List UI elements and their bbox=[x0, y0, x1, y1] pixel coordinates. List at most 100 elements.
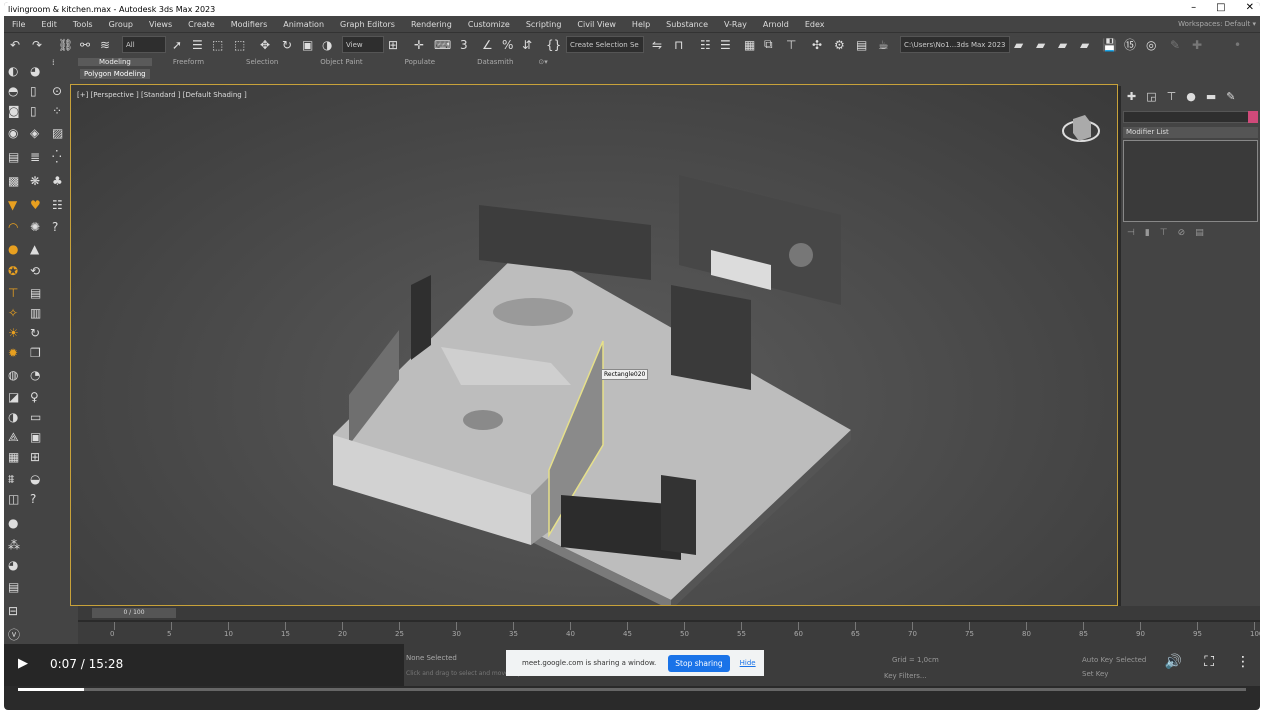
pen-icon[interactable]: ✎ bbox=[1170, 36, 1180, 53]
sun-icon[interactable]: ✺ bbox=[30, 220, 40, 234]
tree-icon[interactable]: ♣ bbox=[52, 174, 63, 188]
percent-snap-icon[interactable]: % bbox=[502, 36, 513, 53]
menu-graph-editors[interactable]: Graph Editors bbox=[332, 20, 403, 29]
menu-rendering[interactable]: Rendering bbox=[403, 20, 460, 29]
tab-selection[interactable]: Selection bbox=[225, 58, 299, 66]
tab-modeling[interactable]: Modeling bbox=[78, 58, 152, 66]
more-options-icon[interactable]: ⋮ bbox=[1236, 654, 1250, 670]
workspace-selector[interactable]: Workspaces: Default ▾ bbox=[1178, 20, 1256, 28]
brush-icon[interactable]: ▨ bbox=[52, 126, 63, 140]
display-tab-icon[interactable]: ▬ bbox=[1206, 90, 1216, 103]
rotate-icon[interactable]: ↻ bbox=[282, 36, 292, 53]
motion-tab-icon[interactable]: ● bbox=[1186, 90, 1196, 103]
named-selection-sets[interactable]: Create Selection Se bbox=[566, 36, 644, 53]
material-editor-icon[interactable]: ✣ bbox=[812, 36, 822, 53]
menu-edex[interactable]: Edex bbox=[797, 20, 833, 29]
movie-icon[interactable]: ▩ bbox=[8, 174, 19, 188]
object-color-swatch[interactable] bbox=[1248, 111, 1258, 123]
make-unique-icon[interactable]: ⊤ bbox=[1160, 228, 1168, 238]
ball-icon[interactable]: ◍ bbox=[8, 368, 18, 382]
bulb-icon[interactable]: ♥ bbox=[30, 198, 41, 212]
tab-datasmith[interactable]: Datasmith bbox=[456, 58, 534, 66]
key-mode-selected[interactable]: Selected bbox=[1116, 656, 1146, 664]
pyramid-icon[interactable]: ⟁ bbox=[8, 430, 19, 445]
menu-file[interactable]: File bbox=[4, 20, 33, 29]
video-progress-bar[interactable] bbox=[18, 688, 1246, 691]
bind-space-warp-icon[interactable]: ≋ bbox=[100, 36, 110, 53]
layer-explorer-icon[interactable]: ☰ bbox=[720, 36, 731, 53]
ribbon-options-icon[interactable]: ⊙▾ bbox=[534, 58, 551, 66]
frame-icon[interactable]: ⊞ bbox=[30, 450, 40, 464]
menu-views[interactable]: Views bbox=[141, 20, 180, 29]
hierarchy-tab-icon[interactable]: ⊤ bbox=[1167, 90, 1177, 103]
sky-icon[interactable]: ✹ bbox=[8, 346, 18, 360]
object-name-field[interactable] bbox=[1123, 111, 1258, 123]
refresh-icon[interactable]: ↻ bbox=[30, 326, 40, 340]
schematic-view-icon[interactable]: ⊤ bbox=[786, 36, 796, 53]
globe-icon[interactable]: ◑ bbox=[8, 410, 18, 424]
angle-snap-icon[interactable]: ∠ bbox=[482, 36, 493, 53]
create-tab-icon[interactable]: ✚ bbox=[1127, 90, 1136, 103]
scene-explorer-icon[interactable]: ☷ bbox=[700, 36, 711, 53]
save-icon[interactable]: 💾 bbox=[1102, 36, 1117, 53]
hide-button[interactable]: Hide bbox=[740, 659, 756, 667]
render-frame-icon[interactable]: ▤ bbox=[856, 36, 867, 53]
render-icon[interactable]: ☕ bbox=[878, 36, 889, 53]
panel-icon[interactable]: ▣ bbox=[30, 430, 41, 444]
stripe-icon[interactable]: ≣ bbox=[30, 150, 40, 164]
video-icon[interactable]: ▤ bbox=[8, 150, 19, 164]
ambient-icon[interactable]: ✧ bbox=[8, 306, 18, 320]
vray-icon[interactable]: ⓥ bbox=[8, 626, 20, 643]
layers-icon[interactable]: ▤ bbox=[8, 580, 19, 594]
sphere-light-icon[interactable]: ● bbox=[8, 242, 18, 256]
list-icon[interactable]: ☷ bbox=[52, 198, 63, 212]
rotate-obj-icon[interactable]: ⟲ bbox=[30, 264, 40, 278]
viewport-label[interactable]: [+] [Perspective ] [Standard ] [Default … bbox=[77, 91, 247, 99]
configure-sets-icon[interactable]: ▤ bbox=[1195, 228, 1204, 238]
menu-arnold[interactable]: Arnold bbox=[755, 20, 797, 29]
close-icon[interactable]: ✕ bbox=[1246, 2, 1254, 13]
polygon-modeling-panel[interactable]: Polygon Modeling bbox=[80, 69, 150, 79]
units-icon[interactable]: ⊟ bbox=[8, 604, 18, 618]
menu-modifiers[interactable]: Modifiers bbox=[223, 20, 276, 29]
pin-stack-icon[interactable]: ⊣ bbox=[1127, 228, 1135, 238]
spotlight-icon[interactable]: ▼ bbox=[8, 198, 17, 212]
menu-tools[interactable]: Tools bbox=[65, 20, 101, 29]
menu-help[interactable]: Help bbox=[624, 20, 658, 29]
scale-icon[interactable]: ▣ bbox=[302, 36, 313, 53]
modifier-stack[interactable] bbox=[1123, 140, 1258, 222]
keyboard-shortcut-icon[interactable]: ⌨ bbox=[434, 36, 451, 53]
gizmo-icon[interactable]: ⊙ bbox=[52, 84, 62, 98]
menu-substance[interactable]: Substance bbox=[658, 20, 716, 29]
pin-icon[interactable]: ✚ bbox=[1192, 36, 1202, 53]
remove-modifier-icon[interactable]: ⊘ bbox=[1178, 228, 1186, 238]
light2-icon[interactable]: ♀ bbox=[30, 390, 39, 404]
lamp-icon[interactable]: ◈ bbox=[30, 126, 39, 140]
menu-animation[interactable]: Animation bbox=[275, 20, 332, 29]
redo-icon[interactable]: ↷ bbox=[32, 36, 42, 53]
frame-counter[interactable]: 0 / 100 bbox=[92, 608, 176, 618]
render-setup-icon[interactable]: ⚙ bbox=[834, 36, 845, 53]
dots2-icon[interactable]: ⁘ bbox=[52, 104, 62, 118]
pivot-center-icon[interactable]: ⊞ bbox=[388, 36, 398, 53]
minimize-icon[interactable]: – bbox=[1191, 2, 1196, 13]
move-icon[interactable]: ✥ bbox=[260, 36, 270, 53]
named-selection-icon[interactable]: {} bbox=[546, 36, 561, 53]
dot-icon[interactable]: • bbox=[1234, 36, 1241, 53]
project-folder-icon[interactable]: ▰ bbox=[1014, 36, 1023, 53]
copy-icon[interactable]: ❐ bbox=[30, 346, 41, 360]
track-bar[interactable]: 0 5 10 15 20 25 30 35 40 45 50 55 60 65 70 75 80 85 90 95 10… bbox=[78, 622, 1260, 644]
curve-editor-icon[interactable]: ⧉ bbox=[764, 36, 773, 53]
grid-icon[interactable]: ⁛ bbox=[52, 150, 62, 164]
mirror-icon[interactable]: ⇋ bbox=[652, 36, 662, 53]
sphere-icon[interactable]: ◕ bbox=[30, 64, 40, 78]
pie-icon[interactable]: ◔ bbox=[30, 368, 40, 382]
select-manipulate-icon[interactable]: ✛ bbox=[414, 36, 424, 53]
menu-create[interactable]: Create bbox=[180, 20, 223, 29]
set-key-button[interactable]: Set Key bbox=[1082, 670, 1108, 678]
menu-edit[interactable]: Edit bbox=[33, 20, 65, 29]
align-icon[interactable]: ⊓ bbox=[674, 36, 683, 53]
project-path-dropdown[interactable]: C:\Users\No1...3ds Max 2023 bbox=[900, 36, 1010, 53]
camera-icon[interactable]: ◙ bbox=[8, 104, 20, 118]
viewcube[interactable] bbox=[1061, 109, 1101, 149]
